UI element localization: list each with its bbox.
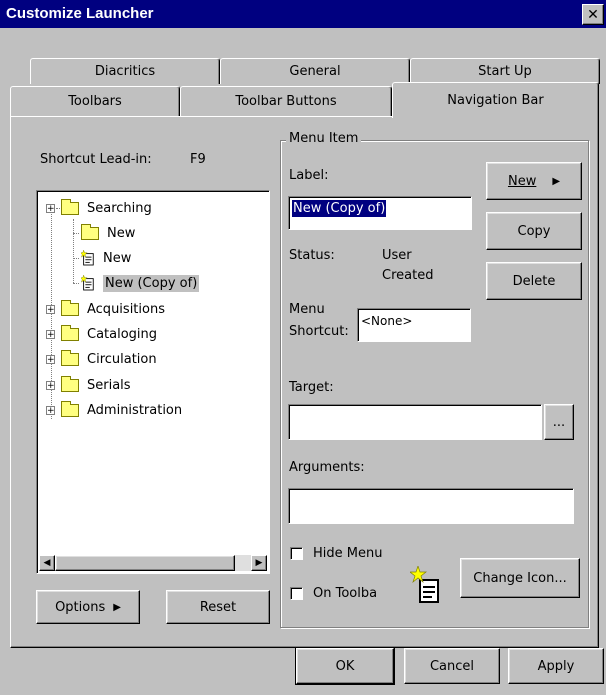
folder-icon: [61, 299, 79, 316]
apply-button[interactable]: Apply: [508, 648, 604, 684]
tree-item-cataloging[interactable]: + Cataloging: [46, 323, 157, 345]
title-bar: Customize Launcher ✕: [0, 0, 606, 28]
tree-item-acquisitions[interactable]: + Acquisitions: [46, 298, 165, 320]
window-title: Customize Launcher: [6, 5, 154, 22]
folder-icon: [61, 324, 79, 341]
tab-toolbar-buttons[interactable]: Toolbar Buttons: [180, 86, 392, 116]
folder-icon: [61, 400, 79, 417]
hide-menu-checkbox[interactable]: [290, 547, 303, 560]
close-icon: ✕: [587, 6, 599, 23]
arrow-left-icon: ◀: [43, 558, 51, 568]
expand-icon[interactable]: +: [46, 405, 55, 415]
tab-general[interactable]: General: [220, 58, 410, 84]
reset-button[interactable]: Reset: [166, 590, 270, 624]
expand-icon[interactable]: +: [46, 380, 55, 390]
tree-item-new-folder[interactable]: New: [73, 222, 135, 244]
menu-shortcut-caption-2: Shortcut:: [289, 324, 349, 339]
tree-item-circulation[interactable]: + Circulation: [46, 348, 157, 370]
document-icon: [81, 250, 94, 266]
target-caption: Target:: [289, 380, 334, 395]
new-menu-button[interactable]: New ▶: [486, 162, 582, 200]
tree-item-new-document[interactable]: New: [73, 247, 131, 269]
label-field[interactable]: New (Copy of): [288, 196, 472, 230]
status-value-line2: Created: [382, 268, 434, 283]
expand-icon[interactable]: +: [46, 354, 55, 364]
horizontal-scrollbar[interactable]: ◀ ▶: [39, 555, 267, 571]
tree-item-searching[interactable]: + Searching: [46, 197, 152, 219]
tab-start-up[interactable]: Start Up: [410, 58, 600, 84]
folder-icon: [61, 198, 79, 215]
navigation-tree[interactable]: + Searching New New New (Copy of) + Acqu…: [36, 190, 270, 574]
cancel-button[interactable]: Cancel: [404, 648, 500, 684]
delete-button[interactable]: Delete: [486, 262, 582, 300]
arrow-right-icon: ▶: [552, 175, 561, 187]
label-caption: Label:: [289, 168, 329, 183]
status-caption: Status:: [289, 248, 335, 263]
tree-item-administration[interactable]: + Administration: [46, 399, 182, 421]
target-field[interactable]: [288, 404, 542, 440]
options-button[interactable]: Options ▶: [36, 590, 140, 624]
menu-item-group-label: Menu Item: [286, 131, 362, 146]
menu-shortcut-field[interactable]: <None>: [357, 308, 471, 342]
new-item-icon: [410, 566, 439, 603]
folder-icon: [61, 349, 79, 366]
close-button[interactable]: ✕: [582, 4, 604, 25]
folder-icon: [81, 223, 99, 240]
tab-toolbars[interactable]: Toolbars: [10, 86, 180, 116]
scroll-right-button[interactable]: ▶: [251, 555, 267, 571]
arrow-right-icon: ▶: [113, 601, 121, 613]
arguments-field[interactable]: [288, 488, 574, 524]
folder-icon: [61, 375, 79, 392]
on-toolbar-checkbox-row[interactable]: On Toolba: [290, 586, 377, 601]
shortcut-lead-in-label: Shortcut Lead-in:: [40, 152, 152, 167]
expand-icon[interactable]: +: [46, 304, 55, 314]
ok-button[interactable]: OK: [295, 647, 395, 685]
tab-diacritics[interactable]: Diacritics: [30, 58, 220, 84]
arrow-right-icon: ▶: [255, 558, 263, 568]
hide-menu-checkbox-row[interactable]: Hide Menu: [290, 546, 382, 561]
tab-navigation-bar[interactable]: Navigation Bar: [392, 82, 599, 118]
change-icon-button[interactable]: Change Icon...: [460, 558, 580, 598]
scroll-thumb[interactable]: [55, 555, 235, 571]
menu-shortcut-caption-1: Menu: [289, 302, 325, 317]
tree-item-serials[interactable]: + Serials: [46, 374, 131, 396]
arguments-caption: Arguments:: [289, 460, 365, 475]
expand-icon[interactable]: +: [46, 203, 55, 213]
shortcut-lead-in-value: F9: [190, 152, 206, 167]
status-value-line1: User: [382, 248, 412, 263]
expand-icon[interactable]: +: [46, 329, 55, 339]
document-icon: [81, 275, 94, 291]
scroll-left-button[interactable]: ◀: [39, 555, 55, 571]
copy-button[interactable]: Copy: [486, 212, 582, 250]
browse-target-button[interactable]: ...: [544, 404, 574, 440]
on-toolbar-checkbox[interactable]: [290, 587, 303, 600]
tree-item-new-copy-of[interactable]: New (Copy of): [73, 272, 200, 294]
